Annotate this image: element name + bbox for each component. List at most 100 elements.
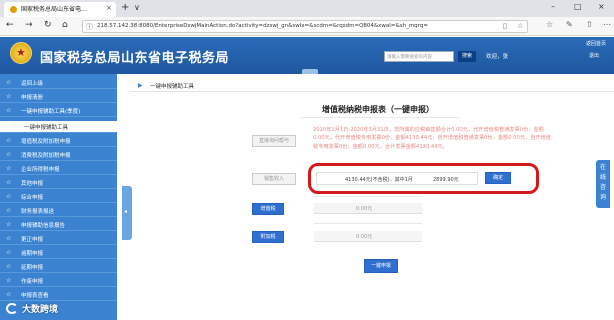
page-title: 增值税纳税申报表（一键申报） (322, 105, 434, 114)
site-info-icon[interactable]: ⓘ (86, 22, 93, 32)
address-bar: ← → ↻ ⌂ ⓘ 218.57.142.38:8080/EnterpriseD… (0, 17, 614, 36)
header-search-button[interactable]: 搜索 (458, 51, 476, 62)
sidebar-item-label: 申报辅助信息报告 (21, 223, 66, 229)
header-search-input[interactable]: 请输入需要搜索的内容 (384, 51, 454, 62)
sidebar-item-label: 申报清册 (21, 95, 44, 101)
home-icon[interactable]: ⌂ (62, 20, 68, 30)
divider (314, 196, 422, 197)
back-home-link[interactable]: 返回首页 (586, 40, 606, 47)
breadcrumb-label: 一键申报辅助工具 (150, 84, 195, 90)
browser-window: { "browser": { "tab_title": "国家税务总局山东省电.… (0, 0, 614, 320)
refresh-icon[interactable]: ↻ (44, 20, 52, 30)
watermark-text: 大数跨境 (22, 305, 59, 315)
forward-icon[interactable]: → (25, 20, 33, 30)
star-icon: ☆ (6, 79, 12, 86)
new-tab-icon[interactable]: + (121, 2, 129, 14)
maximize-icon[interactable]: □ (574, 2, 582, 11)
sidebar-item-label: 增值税及附加税申报 (21, 139, 71, 145)
sales-income-button[interactable]: 销售收入 (252, 173, 296, 185)
star-icon: ☆ (6, 93, 12, 100)
watermark-logo-icon (6, 303, 18, 314)
more-icon[interactable]: ⋯ (603, 20, 611, 29)
sidebar-item-label: 作废申报 (21, 279, 44, 285)
sidebar-item-declaration-list[interactable]: ☆ 申报清册 (0, 91, 117, 103)
exit-link[interactable]: 退出 (589, 52, 599, 59)
sidebar: ☆ 返回上级 ☆ 申报清册 ☆ 一键申报辅助工具(季度) ◦ 一键申报辅助工具 ☆ 增值税… (0, 74, 117, 320)
vat-field: 0.00元 (314, 203, 422, 214)
star-icon: ☆ (6, 249, 12, 256)
sidebar-item-label: 一键申报辅助工具(季度) (21, 109, 81, 115)
url-text: 218.57.142.38:8080/EnterpriseDswjMainAct… (97, 23, 428, 29)
star-icon: ☆ (6, 165, 12, 172)
sidebar-item-consumption-tax[interactable]: ☆ 消费税及附加税申报 (0, 149, 117, 161)
sidebar-item-overdue[interactable]: ☆ 逾期申报 (0, 247, 117, 259)
tab-close-icon[interactable]: × (106, 4, 112, 12)
back-icon[interactable]: ← (6, 20, 14, 30)
surtax-value: 0.00元 (356, 234, 373, 240)
sidebar-item-other[interactable]: ☆ 其他申报 (0, 177, 117, 189)
sidebar-item-label: 逾期申报 (21, 251, 44, 257)
sidebar-item-label: 消费税及附加税申报 (21, 153, 71, 159)
favorites-icon[interactable]: ☆ (546, 20, 553, 29)
star-icon: ☆ (6, 179, 12, 186)
inquiry-button[interactable]: 直接询问帮与 (252, 135, 296, 147)
share-icon[interactable]: ⇧ (586, 20, 593, 29)
site-title: 国家税务总局山东省电子税务局 (40, 51, 230, 66)
sidebar-item-label: 综合申报 (21, 195, 44, 201)
sidebar-item-financial-statements[interactable]: ☆ 财务报表报送 (0, 205, 117, 217)
browser-tab[interactable]: 国家税务总局山东省电... × (4, 2, 116, 17)
declaration-summary-text: 2020年1月1日-2020年3月31日，您所属的应税销售额合计0.00元，代开… (313, 127, 551, 150)
close-window-icon[interactable]: × (598, 2, 605, 11)
sidebar-item-comprehensive[interactable]: ☆ 综合申报 (0, 191, 117, 203)
site-favicon-icon (10, 6, 17, 13)
star-icon: ☆ (6, 235, 12, 242)
online-consult-label: 在线咨询 (599, 164, 606, 201)
sidebar-item-quarterly-tool[interactable]: ☆ 一键申报辅助工具(季度) (0, 105, 117, 117)
online-consult-tab[interactable]: 在线咨询 (596, 160, 610, 208)
star-icon: ☆ (6, 263, 12, 270)
pen-icon[interactable]: ✎ (566, 20, 573, 29)
divider (300, 117, 460, 118)
sidebar-collapse-handle[interactable] (122, 186, 132, 240)
favorite-star-icon[interactable]: ☆ (517, 22, 523, 30)
star-icon: ☆ (6, 221, 12, 228)
dot-icon: ◦ (12, 123, 15, 129)
browser-tab-bar: 国家税务总局山东省电... × + ∨ – □ × (0, 0, 614, 17)
one-click-submit-button[interactable]: 一键申报 (364, 259, 398, 273)
sidebar-item-income-tax[interactable]: ☆ 企业所得税申报 (0, 163, 117, 175)
sidebar-item-view[interactable]: ☆ 申报表查看 (0, 289, 117, 301)
sidebar-item-auxiliary-report[interactable]: ☆ 申报辅助信息报告 (0, 219, 117, 231)
sidebar-item-void[interactable]: ☆ 作废申报 (0, 275, 117, 287)
sidebar-item-label: 一键申报辅助工具 (24, 125, 69, 131)
star-icon: ☆ (6, 207, 12, 214)
welcome-text: 欢迎，张 (486, 54, 509, 60)
star-icon: ☆ (6, 107, 12, 114)
star-icon: ☆ (6, 291, 12, 298)
sidebar-item-label: 其他申报 (21, 181, 44, 187)
tab-title: 国家税务总局山东省电... (21, 6, 87, 13)
star-icon: ☆ (6, 277, 12, 284)
surtax-button[interactable]: 附加税 (252, 231, 284, 243)
sidebar-item-back[interactable]: ☆ 返回上级 (0, 77, 117, 89)
sidebar-item-correction[interactable]: ☆ 更正申报 (0, 233, 117, 245)
sidebar-item-one-click-tool[interactable]: ◦ 一键申报辅助工具 (0, 121, 117, 133)
minimize-icon[interactable]: – (551, 2, 555, 11)
reading-view-icon[interactable]: ▯ (503, 22, 507, 30)
arrow-right-icon: ▶ (138, 82, 143, 89)
sidebar-item-label: 延期申报 (21, 265, 44, 271)
tax-emblem-icon (10, 42, 32, 64)
star-icon: ☆ (6, 151, 12, 158)
sidebar-item-label: 返回上级 (21, 81, 44, 87)
highlight-annotation (308, 163, 539, 194)
star-icon: ☆ (6, 137, 12, 144)
divider (314, 223, 422, 224)
tab-list-icon[interactable]: ∨ (134, 3, 140, 12)
url-input[interactable]: ⓘ 218.57.142.38:8080/EnterpriseDswjMainA… (82, 20, 528, 33)
sidebar-item-vat[interactable]: ☆ 增值税及附加税申报 (0, 135, 117, 147)
header-collapse-handle[interactable] (302, 69, 318, 74)
sidebar-item-label: 企业所得税申报 (21, 167, 60, 173)
sidebar-item-extension[interactable]: ☆ 延期申报 (0, 261, 117, 273)
vat-button[interactable]: 增值税 (252, 203, 284, 215)
vat-value: 0.00元 (356, 206, 373, 212)
star-icon: ☆ (6, 193, 12, 200)
